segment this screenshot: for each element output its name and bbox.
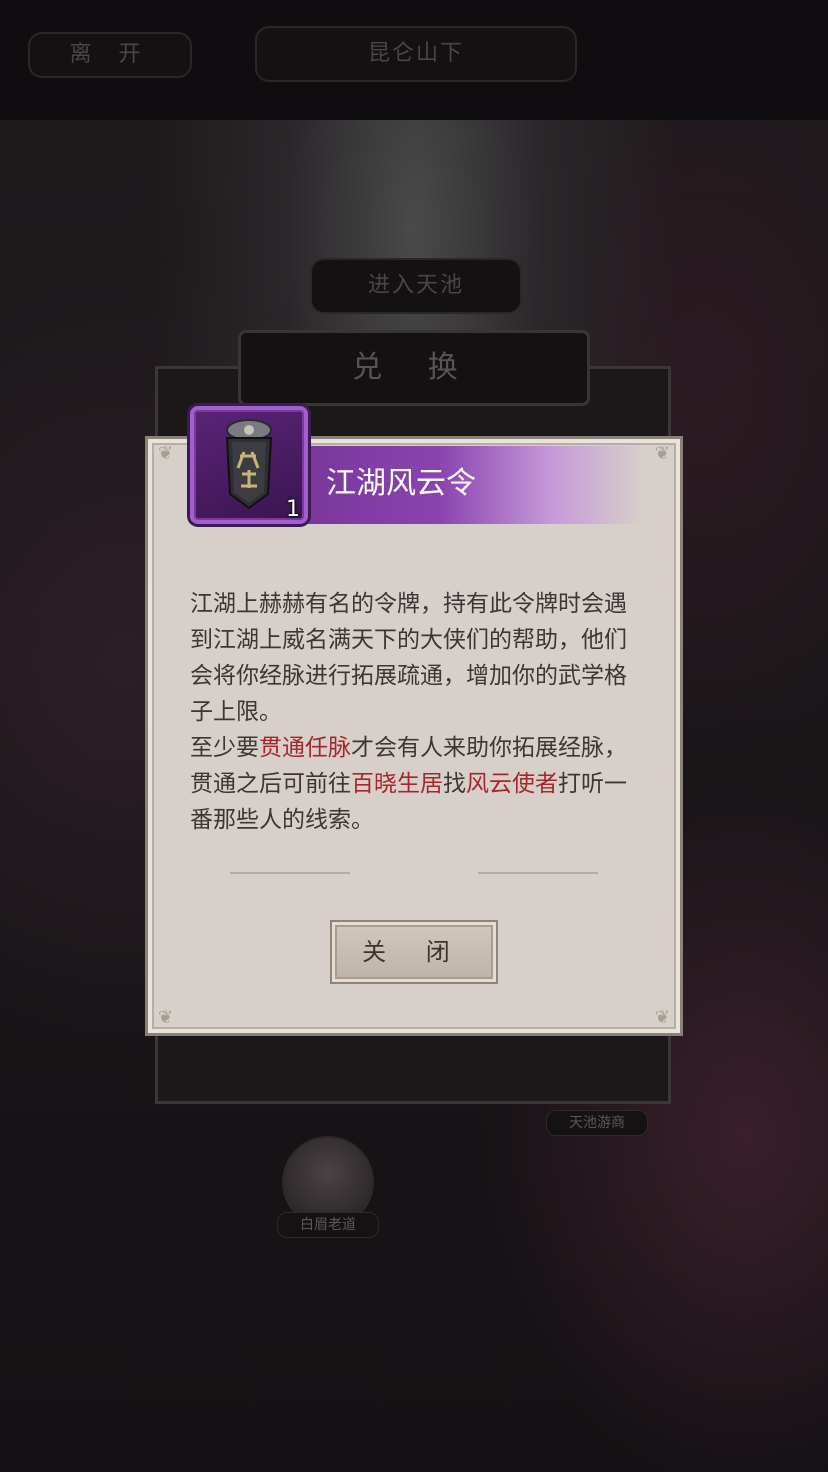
divider-ornament [230,866,350,874]
corner-ornament-icon: ❦ [158,443,174,464]
corner-ornament-icon: ❦ [654,443,670,464]
close-button[interactable]: 关 闭 [330,920,498,984]
description-text: 找 [443,771,466,797]
item-slot: 1 [190,406,308,524]
location-title: 昆仑山下 [255,26,577,82]
highlight-location: 百晓生居 [351,771,443,797]
item-name: 江湖风云令 [326,466,476,501]
item-description: 江湖上赫赫有名的令牌，持有此令牌时会遇到江湖上威名满天下的大侠们的帮助，他们会将… [190,586,640,838]
description-paragraph: 江湖上赫赫有名的令牌，持有此令牌时会遇到江湖上威名满天下的大侠们的帮助，他们会将… [190,591,627,725]
npc-merchant-label[interactable]: 天池游商 [546,1110,648,1136]
corner-ornament-icon: ❦ [654,1007,670,1028]
enter-pool-button[interactable]: 进入天池 [310,258,522,314]
highlight-meridian: 贯通任脉 [259,735,351,761]
highlight-npc: 风云使者 [466,771,558,797]
corner-ornament-icon: ❦ [158,1007,174,1028]
divider-ornament [478,866,598,874]
description-text: 至少要 [190,735,259,761]
item-count: 1 [286,497,300,522]
top-bar: 离 开 昆仑山下 [0,0,828,121]
exchange-title: 兑 换 [238,330,590,406]
npc-elder-label[interactable]: 白眉老道 [277,1212,379,1238]
leave-button[interactable]: 离 开 [28,32,192,78]
